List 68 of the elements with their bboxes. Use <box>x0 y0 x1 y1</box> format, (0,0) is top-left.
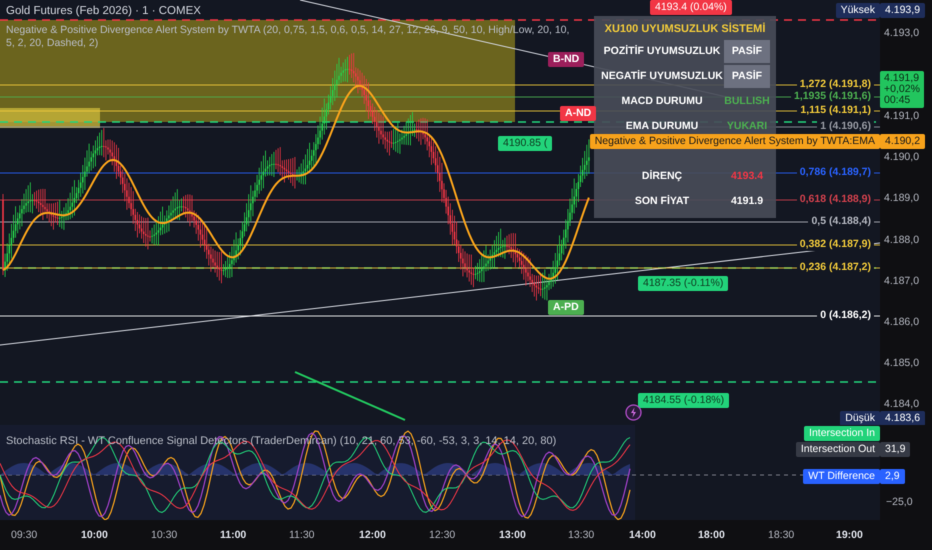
price-tick: 4.185,0 <box>884 356 920 371</box>
fib-level-label: 0,786 (4.189,7) <box>796 166 874 179</box>
signal-label: A-ND <box>560 106 596 121</box>
table-title: XU100 UYUMSUZLUK SİSTEMİ <box>604 22 766 37</box>
fib-level-label: 0,382 (4.187,9) <box>796 238 874 251</box>
time-tick: 11:30 <box>289 528 314 543</box>
price-change: +0,02% <box>884 84 920 95</box>
status-badge: PASİF <box>724 64 770 88</box>
price-tick: 4.184,0 <box>884 397 920 412</box>
price-target-label: 4193.4 (0.04%) <box>650 0 732 15</box>
table-label: SON FİYAT <box>634 194 690 209</box>
signal-label: A-PD <box>548 300 584 315</box>
time-tick: 09:30 <box>11 528 38 543</box>
fib-level-label: 0,236 (4.187,2) <box>796 261 874 274</box>
table-label: POZİTİF UYUMSUZLUK <box>602 44 722 59</box>
time-tick: 18:00 <box>698 528 725 543</box>
price-target-label: 4184.55 (-0.18%) <box>638 393 730 408</box>
time-tick: 12:30 <box>429 528 456 543</box>
table-label: MACD DURUMU <box>620 94 704 109</box>
price-tick: 4.189,0 <box>884 191 920 206</box>
time-tick: 10:30 <box>151 528 178 543</box>
indicator-tag-value: 31,9 <box>880 442 910 457</box>
table-value: 4193.4 <box>730 168 764 184</box>
table-label: DİRENÇ <box>640 168 684 184</box>
indicator-value: 4.190,2 <box>880 134 926 149</box>
table-value: BULLISH <box>724 94 770 109</box>
time-tick: 10:00 <box>81 528 108 543</box>
indicator-value-label: Negative & Positive Divergence Alert System by TWTA:EMA <box>590 134 880 149</box>
indicator-tag-label: Intersection In <box>804 426 880 441</box>
time-tick: 13:30 <box>568 528 594 543</box>
time-tick: 13:00 <box>499 528 526 543</box>
low-price-value: 4.183,6 <box>880 411 926 425</box>
fib-level-label: 1,115 (4.191,1) <box>797 104 874 117</box>
time-tick: 11:00 <box>220 528 246 543</box>
status-badge: PASİF <box>724 40 770 64</box>
price-target-label: 4187.35 (-0.11%) <box>638 276 728 291</box>
time-tick: 19:00 <box>836 528 863 543</box>
indicator-tag-label: Intersection Out <box>796 442 880 457</box>
bar-countdown: 00:45 <box>884 95 912 106</box>
signal-label: B-ND <box>548 52 584 67</box>
table-value: 4191.9 <box>730 194 764 209</box>
time-tick: 12:00 <box>359 528 386 543</box>
price-tick: 4.190,0 <box>884 150 920 165</box>
price-target-label: 4190.85 ( <box>498 136 552 151</box>
table-label: EMA DURUMU <box>624 118 700 134</box>
fib-level-label: 0 (4.186,2) <box>817 309 874 322</box>
price-tick: 4.186,0 <box>884 315 920 330</box>
price-tick: 4.187,0 <box>884 274 920 289</box>
last-price: 4.191,9 <box>884 73 920 84</box>
oscillator-tick: −25,0 <box>886 495 913 510</box>
fib-level-label: 0,5 (4.188,4) <box>808 215 874 228</box>
indicator-tag-value: 2,9 <box>880 469 905 484</box>
price-tick: 4.191,0 <box>884 109 920 124</box>
price-tick: 4.193,0 <box>884 26 920 41</box>
time-tick: 18:30 <box>768 528 794 543</box>
price-tick: 4.188,0 <box>884 233 920 248</box>
low-price-label: Düşük <box>840 411 880 425</box>
fib-level-label: 1,1935 (4.191,6) <box>790 90 874 103</box>
time-tick: 14:00 <box>629 528 656 543</box>
symbol-title: Gold Futures (Feb 2026) · 1 · COMEX <box>6 4 201 19</box>
fib-level-label: 0,618 (4.188,9) <box>796 193 874 206</box>
high-price-label: Yüksek <box>836 3 880 18</box>
fib-level-label: 1,272 (4.191,8) <box>796 78 874 91</box>
table-value: YUKARI <box>726 118 768 134</box>
table-label: NEGATİF UYUMSUZLUK <box>600 68 724 84</box>
indicator-tag-label: WT Difference <box>803 469 880 484</box>
high-price-value: 4.193,9 <box>880 3 926 18</box>
fib-level-label: 1 (4.190,6) <box>817 120 874 133</box>
